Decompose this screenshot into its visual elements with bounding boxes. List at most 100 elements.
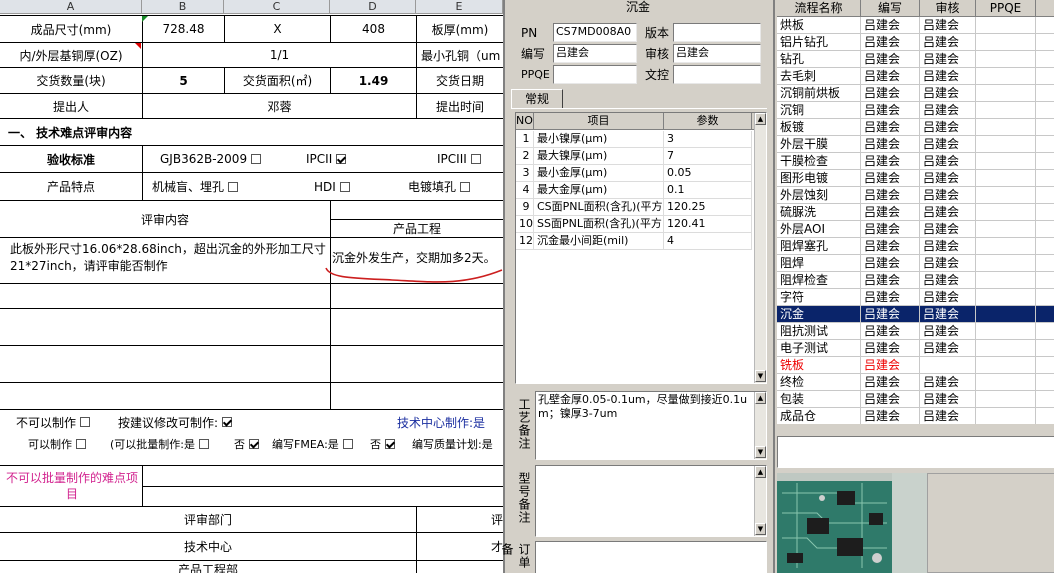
doc-control-field[interactable] [673, 65, 761, 84]
params-col-no[interactable]: NO [516, 113, 534, 130]
flow-row[interactable]: 外层干膜 吕建会 吕建会 [777, 136, 1054, 153]
flow-row[interactable]: 沉铜 吕建会 吕建会 [777, 102, 1054, 119]
param-row[interactable]: 1 最小镍厚(μm) 3 [516, 131, 754, 148]
params-table[interactable]: NO 项目 参数 1 最小镍厚(μm) 3 2 最大镍厚(μm) 7 3 最小金厚(μm) 0.… [515, 112, 767, 384]
param-row[interactable]: 12 沉金最小间距(mil) 4 [516, 233, 754, 250]
flow-col-name[interactable]: 流程名称 [777, 0, 861, 17]
note-scroll-down-icon[interactable]: ▼ [755, 446, 766, 458]
flow-row[interactable]: 阻抗测试 吕建会 吕建会 [777, 323, 1054, 340]
param-row[interactable]: 4 最大金厚(μm) 0.1 [516, 182, 754, 199]
not-manufacturable-checkbox[interactable] [80, 417, 91, 427]
flow-row[interactable]: 去毛刺 吕建会 吕建会 [777, 68, 1054, 85]
flow-row[interactable]: 阻焊 吕建会 吕建会 [777, 255, 1054, 272]
option-fmea-no[interactable]: 否 [370, 434, 404, 454]
cell-delivery-area[interactable]: 1.49 [331, 68, 416, 93]
flow-row[interactable]: 硫脲洗 吕建会 吕建会 [777, 204, 1054, 221]
version-field[interactable] [673, 23, 761, 42]
batch-no-checkbox[interactable] [249, 439, 259, 449]
option-ipcii[interactable]: IPCII [306, 146, 386, 172]
note-scroll-up-icon[interactable]: ▲ [755, 392, 766, 404]
pn-field[interactable]: CS7MD008A0 [553, 23, 637, 42]
column-header-d[interactable]: D [330, 0, 416, 14]
flow-col-review[interactable]: 审核 [920, 0, 976, 17]
order-note-box[interactable] [535, 541, 767, 573]
process-flow-grid[interactable]: 流程名称 编写 审核 PPQE 烘板 吕建会 吕建会 铝片钻孔 吕建会 吕建会 钻孔 吕建会吕… [777, 0, 1054, 424]
model-note-box[interactable]: ▲ ▼ [535, 465, 767, 537]
flow-row[interactable]: 包装 吕建会 吕建会 [777, 391, 1054, 408]
ppqe-field[interactable] [553, 65, 637, 84]
cell-delivery-qty[interactable]: 5 [143, 68, 224, 93]
cell-size-x[interactable]: 728.48 [143, 16, 224, 42]
scroll-down-icon[interactable]: ▼ [755, 370, 766, 382]
option-ipciii[interactable]: IPCIII [437, 146, 503, 172]
column-header-b[interactable]: B [142, 0, 224, 14]
tab-general[interactable]: 常规 [511, 89, 563, 109]
flow-row[interactable]: 电子测试 吕建会 吕建会 [777, 340, 1054, 357]
option-batch-no[interactable]: 否 [234, 434, 268, 454]
ipcii-checkbox[interactable] [336, 154, 347, 164]
process-note-text[interactable]: 孔壁金厚0.05-0.1um，尽量做到接近0.1um；镍厚3-7um [538, 393, 750, 421]
flow-col-ppqe[interactable]: PPQE [976, 0, 1036, 17]
flow-row[interactable]: 字符 吕建会 吕建会 [777, 289, 1054, 306]
flow-row[interactable]: 外层AOI 吕建会 吕建会 [777, 221, 1054, 238]
flow-row[interactable]: 干膜检查 吕建会 吕建会 [777, 153, 1054, 170]
reviewer-field[interactable]: 吕建会 [673, 44, 761, 63]
params-col-item[interactable]: 项目 [534, 113, 664, 130]
option-hdi[interactable]: HDI [314, 173, 374, 200]
model-scroll-up-icon[interactable]: ▲ [755, 466, 766, 478]
column-header-c[interactable]: C [224, 0, 330, 14]
flow-row[interactable]: 图形电镀 吕建会 吕建会 [777, 170, 1054, 187]
flow-row[interactable]: 成品仓 吕建会 吕建会 [777, 408, 1054, 424]
param-row[interactable]: 9 CS面PNL面积(含孔)(平方 120.25 [516, 199, 754, 216]
option-blind-buried[interactable]: 机械盲、埋孔 [152, 173, 282, 200]
hdi-checkbox[interactable] [339, 181, 350, 192]
param-row[interactable]: 3 最小金厚(μm) 0.05 [516, 165, 754, 182]
fmea-yes-checkbox[interactable] [342, 439, 353, 449]
model-scroll-down-icon[interactable]: ▼ [755, 523, 766, 535]
review-content-text[interactable]: 此板外形尺寸16.06*28.68inch，超出沉金的外形加工尺寸21*27in… [10, 241, 328, 281]
column-header-a[interactable]: A [0, 0, 142, 14]
option-modify-manufacturable[interactable]: 按建议修改可制作: [118, 412, 278, 432]
via-fill-checkbox[interactable] [460, 181, 471, 192]
spreadsheet-panel[interactable]: A B C D E 成品尺寸(mm) 728.48 X 408 板厚(mm) 内… [0, 0, 503, 573]
param-row[interactable]: 2 最大镍厚(μm) 7 [516, 148, 754, 165]
params-col-value[interactable]: 参数 [664, 113, 752, 130]
process-note-box[interactable]: 孔壁金厚0.05-0.1um，尽量做到接近0.1um；镍厚3-7um ▲ ▼ [535, 391, 767, 460]
scroll-up-icon[interactable]: ▲ [755, 113, 766, 125]
flow-row[interactable]: 阻焊检查 吕建会 吕建会 [777, 272, 1054, 289]
flow-row[interactable]: 钻孔 吕建会 吕建会 [777, 51, 1054, 68]
flow-row[interactable]: 终检 吕建会 吕建会 [777, 374, 1054, 391]
flow-row[interactable]: 铣板 吕建会 [777, 357, 1054, 374]
ipciii-checkbox[interactable] [470, 154, 481, 164]
gjb362b-checkbox[interactable] [251, 154, 262, 164]
flow-row[interactable]: 外层蚀刻 吕建会 吕建会 [777, 187, 1054, 204]
option-manufacturable[interactable]: 可以制作 [28, 434, 108, 454]
option-via-fill[interactable]: 电镀填孔 [408, 173, 503, 200]
cell-size-y[interactable]: 408 [331, 16, 416, 42]
author-field[interactable]: 吕建会 [553, 44, 637, 63]
flow-search-field[interactable] [777, 436, 1054, 468]
param-row[interactable]: 10 SS面PNL面积(含孔)(平方 120.41 [516, 216, 754, 233]
fmea-no-checkbox[interactable] [385, 439, 395, 449]
option-not-manufacturable[interactable]: 不可以制作 [16, 412, 116, 432]
cell-size-sep[interactable]: X [225, 16, 330, 42]
flow-col-author[interactable]: 编写 [861, 0, 920, 17]
flow-row[interactable]: 铝片钻孔 吕建会 吕建会 [777, 34, 1054, 51]
flow-row[interactable]: 板镀 吕建会 吕建会 [777, 119, 1054, 136]
flow-row[interactable]: 沉铜前烘板 吕建会 吕建会 [777, 85, 1054, 102]
flow-row[interactable]: 烘板 吕建会 吕建会 [777, 17, 1054, 34]
flow-row[interactable]: 沉金 吕建会 吕建会 [777, 306, 1054, 323]
modify-manufacturable-checkbox[interactable] [222, 417, 233, 427]
cell-proposer[interactable]: 邓蓉 [143, 94, 416, 118]
manufacturable-checkbox[interactable] [76, 439, 86, 449]
option-batch-yes[interactable]: (可以批量制作:是 [110, 434, 234, 454]
cell-copper-thickness[interactable]: 1/1 [143, 43, 416, 67]
process-note-scrollbar[interactable]: ▲ ▼ [754, 392, 766, 459]
model-note-scrollbar[interactable]: ▲ ▼ [754, 466, 766, 536]
option-gjb362b[interactable]: GJB362B-2009 [160, 146, 280, 172]
flow-row[interactable]: 阻焊塞孔 吕建会 吕建会 [777, 238, 1054, 255]
option-fmea-yes[interactable]: 编写FMEA:是 [272, 434, 368, 454]
batch-yes-checkbox[interactable] [199, 439, 209, 449]
blind-buried-checkbox[interactable] [228, 181, 239, 192]
params-scrollbar[interactable]: ▲ ▼ [754, 113, 766, 383]
